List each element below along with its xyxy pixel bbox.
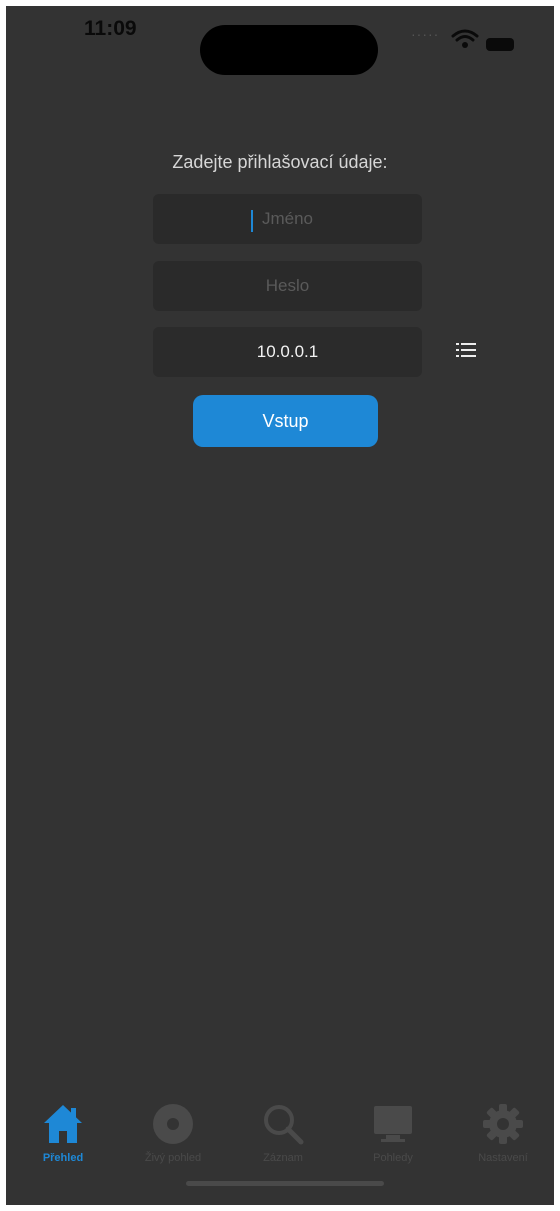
tab-nastaveni[interactable]: Nastavení [448,1096,554,1176]
tab-zivy-pohled[interactable]: Živý pohled [118,1096,228,1176]
tab-zaznam[interactable]: Záznam [228,1096,338,1176]
status-time: 11:09 [84,17,137,40]
tab-pohledy[interactable]: Pohledy [338,1096,448,1176]
search-icon [264,1105,304,1145]
text-cursor [251,210,253,232]
dynamic-island [200,25,378,75]
battery-icon [486,38,514,51]
server-list-icon[interactable] [456,342,476,358]
tab-bar: Přehled Živý pohled Záznam Pohledy Nasta… [6,1096,554,1186]
username-field[interactable] [153,194,422,244]
wifi-icon [451,29,479,48]
tab-prehled[interactable]: Přehled [8,1096,118,1176]
cellular-signal-icon: ····· [411,26,440,42]
app-screen: 11:09 ····· Zadejte přihlašovací údaje: … [6,6,554,1205]
tab-label: Živý pohled [144,1152,202,1164]
monitor-icon [374,1106,412,1142]
server-address-field[interactable] [153,327,422,377]
home-icon [44,1105,82,1143]
login-prompt: Zadejte přihlašovací údaje: [172,152,388,172]
gear-icon [483,1104,523,1144]
live-view-icon [153,1104,193,1144]
home-indicator [186,1181,384,1186]
tab-label: Nastavení [478,1152,528,1164]
tab-label: Pohledy [373,1152,413,1164]
tab-label: Přehled [42,1152,84,1164]
password-field[interactable] [153,261,422,311]
login-button[interactable]: Vstup [193,395,378,447]
tab-label: Záznam [263,1152,303,1164]
